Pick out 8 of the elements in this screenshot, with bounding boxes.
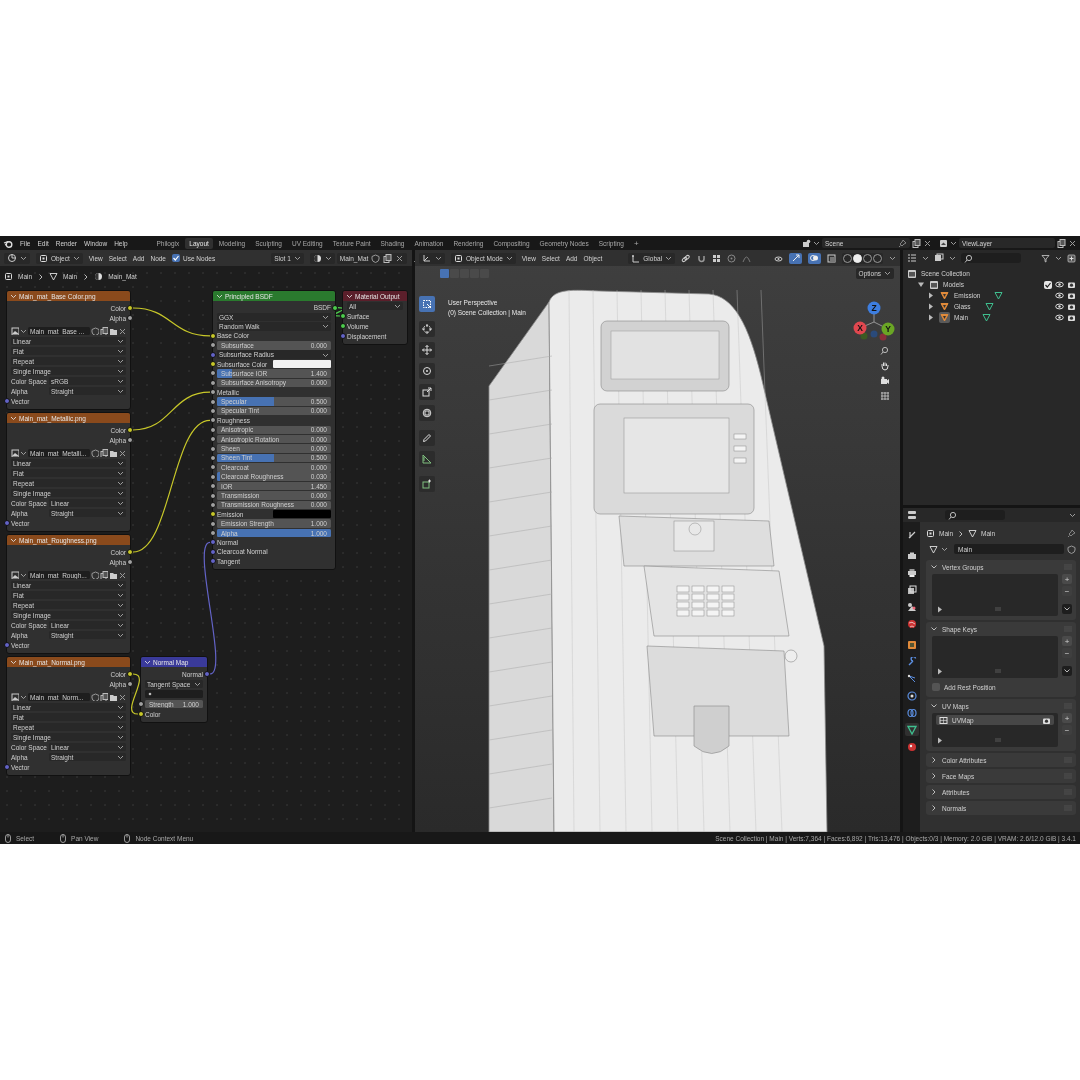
add-button[interactable]: + <box>1062 636 1072 646</box>
add-button[interactable]: + <box>1062 574 1072 584</box>
add-button[interactable]: + <box>1062 713 1072 723</box>
remove-button[interactable]: − <box>1062 648 1072 658</box>
add-workspace-button[interactable]: + <box>629 238 643 248</box>
navigation-gizmo-drawing[interactable]: X Y Z <box>848 292 900 344</box>
remove-button[interactable]: − <box>1062 725 1072 735</box>
remove-button[interactable]: − <box>1062 586 1072 596</box>
